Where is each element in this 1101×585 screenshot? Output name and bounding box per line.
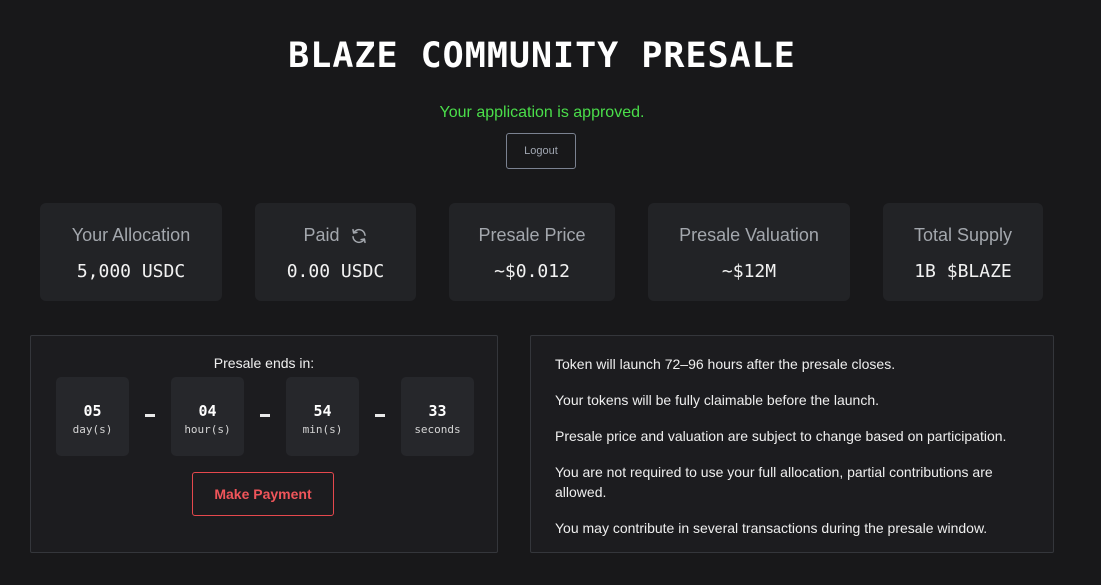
refresh-icon[interactable] xyxy=(350,227,368,245)
countdown-seconds-unit: seconds xyxy=(414,423,461,436)
stat-label-paid: Paid xyxy=(303,225,340,245)
countdown-label: Presale ends in: xyxy=(213,355,315,371)
countdown-separator xyxy=(375,414,385,417)
countdown-days: 05 day(s) xyxy=(56,377,129,456)
stat-card-valuation: Presale Valuation ~$12M xyxy=(648,203,850,301)
stat-label-allocation: Your Allocation xyxy=(71,225,191,245)
stat-value-allocation: 5,000 USDC xyxy=(76,261,186,282)
countdown-seconds: 33 seconds xyxy=(401,377,474,456)
stat-card-allocation: Your Allocation 5,000 USDC xyxy=(40,203,222,301)
stat-card-price: Presale Price ~$0.012 xyxy=(449,203,615,301)
info-item: Token will launch 72–96 hours after the … xyxy=(555,356,896,372)
presale-page: BLAZE COMMUNITY PRESALE Your application… xyxy=(0,0,1101,585)
countdown-hours: 04 hour(s) xyxy=(171,377,244,456)
countdown-hours-value: 04 xyxy=(198,402,217,420)
stat-value-valuation: ~$12M xyxy=(721,261,777,282)
countdown-days-unit: day(s) xyxy=(72,423,113,436)
page-title: BLAZE COMMUNITY PRESALE xyxy=(288,36,796,76)
stat-value-price: ~$0.012 xyxy=(494,261,570,282)
stat-value-paid: 0.00 USDC xyxy=(286,261,385,282)
countdown-hours-unit: hour(s) xyxy=(184,423,231,436)
stat-label-valuation: Presale Valuation xyxy=(679,225,819,245)
stat-label-price: Presale Price xyxy=(478,225,586,245)
countdown-days-value: 05 xyxy=(83,402,102,420)
logout-button[interactable]: Logout xyxy=(506,133,576,169)
countdown-separator xyxy=(260,414,270,417)
stat-label-paid-row: Paid xyxy=(255,225,416,246)
countdown-minutes-value: 54 xyxy=(313,402,332,420)
countdown-minutes: 54 min(s) xyxy=(286,377,359,456)
info-item: You may contribute in several transactio… xyxy=(555,520,988,536)
countdown-separator xyxy=(145,414,155,417)
stat-card-paid: Paid 0.00 USDC xyxy=(255,203,416,301)
make-payment-button[interactable]: Make Payment xyxy=(192,472,334,516)
info-item: Your tokens will be fully claimable befo… xyxy=(555,392,880,408)
stat-card-supply: Total Supply 1B $BLAZE xyxy=(883,203,1043,301)
approval-status: Your application is approved. xyxy=(439,104,645,121)
info-item: Presale price and valuation are subject … xyxy=(555,428,1007,444)
stat-label-supply: Total Supply xyxy=(913,225,1013,245)
info-list: Token will launch 72–96 hours after the … xyxy=(555,354,1023,554)
info-item: You are not required to use your full al… xyxy=(555,464,993,500)
countdown-seconds-value: 33 xyxy=(428,402,447,420)
info-panel: Token will launch 72–96 hours after the … xyxy=(530,335,1054,553)
countdown-minutes-unit: min(s) xyxy=(302,423,343,436)
stat-value-supply: 1B $BLAZE xyxy=(914,261,1012,282)
countdown-panel: Presale ends in: 05 day(s) 04 hour(s) 54… xyxy=(30,335,498,553)
